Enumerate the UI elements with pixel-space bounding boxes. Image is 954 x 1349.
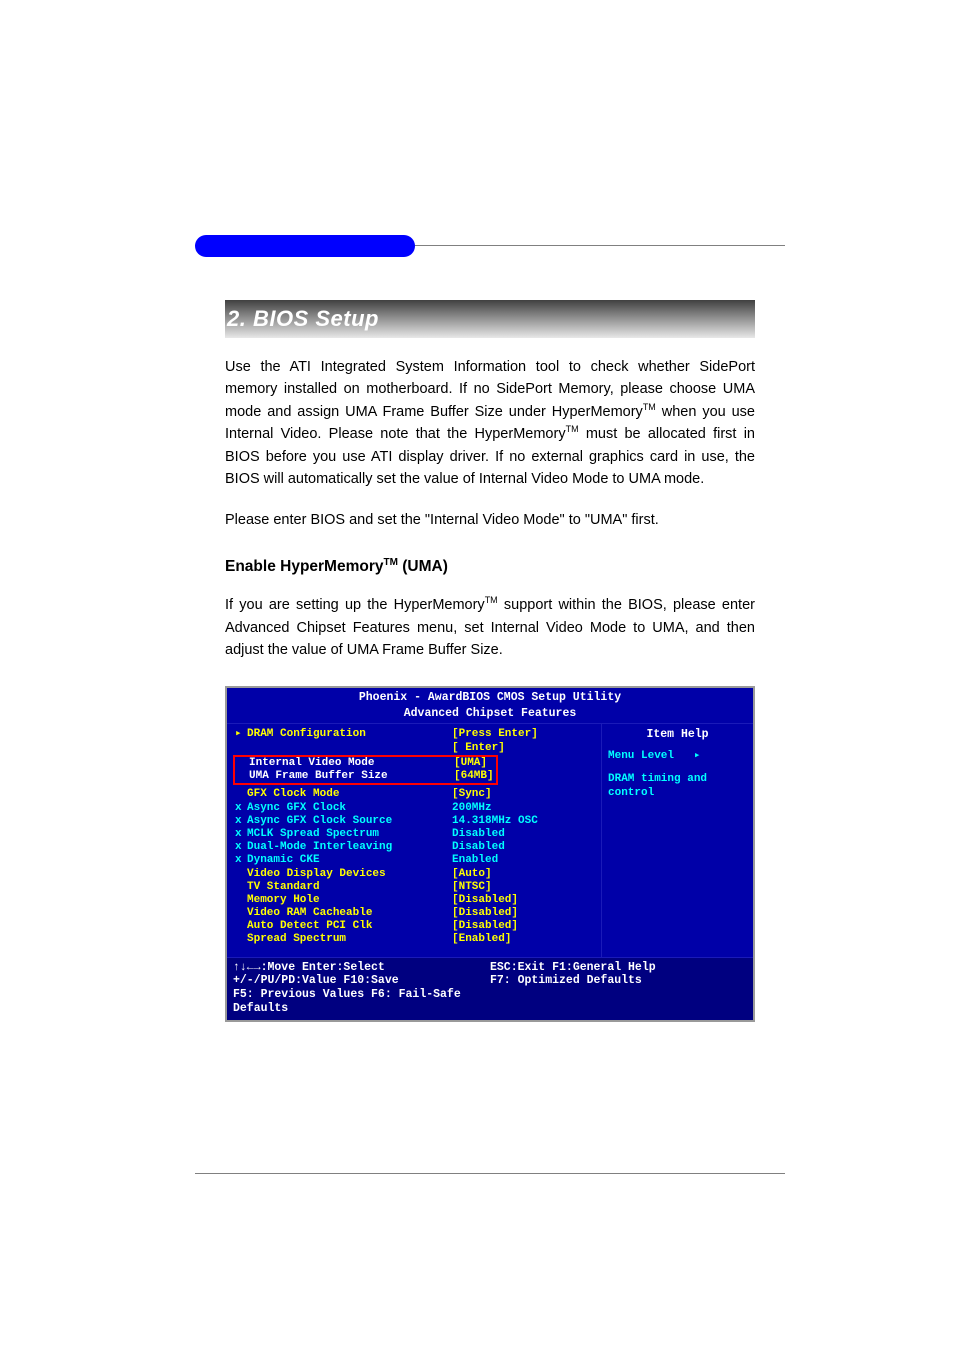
triangle-right-icon: ▸: [235, 728, 247, 741]
bios-footer: ↑↓←→:Move Enter:Select +/-/PU/PD:Value F…: [227, 957, 753, 1020]
bios-setting-value: [NTSC]: [452, 881, 492, 894]
bios-setting-label: Auto Detect PCI Clk: [247, 920, 452, 933]
bios-footer-right-2: F7: Optimized Defaults: [490, 974, 747, 988]
bios-setting-row: Memory Hole[Disabled]: [235, 894, 595, 907]
bios-setting-row: Auto Detect PCI Clk[Disabled]: [235, 920, 595, 933]
bios-help-menu-label: Menu Level: [608, 750, 674, 762]
bios-setting-row: UMA Frame Buffer Size[64MB]: [237, 770, 494, 783]
bios-setting-row: Video Display Devices[Auto]: [235, 868, 595, 881]
bios-title1: Phoenix - AwardBIOS CMOS Setup Utility: [227, 688, 753, 707]
bios-help-text: DRAM timing and control: [608, 773, 747, 799]
subheading: Enable HyperMemoryTM (UMA): [225, 557, 755, 576]
bios-row-marker: [235, 742, 247, 755]
bios-setting-row: xAsync GFX Clock Source14.318MHz OSC: [235, 815, 595, 828]
tm-mark: TM: [384, 557, 398, 568]
bios-setting-row: xMCLK Spread SpectrumDisabled: [235, 828, 595, 841]
bios-title2: Advanced Chipset Features: [227, 707, 753, 724]
bios-row-marker: x: [235, 841, 247, 854]
highlight-box: Internal Video Mode[UMA]UMA Frame Buffer…: [233, 755, 498, 785]
paragraph-3: If you are setting up the HyperMemoryTM …: [225, 594, 755, 661]
bios-setting-value: [Disabled]: [452, 907, 518, 920]
bios-setting-row: xDual-Mode InterleavingDisabled: [235, 841, 595, 854]
bios-setting-row: xDynamic CKEEnabled: [235, 854, 595, 867]
bios-row-marker: x: [235, 828, 247, 841]
bios-screenshot: Phoenix - AwardBIOS CMOS Setup Utility A…: [225, 686, 755, 1022]
bios-row-marker: [235, 788, 247, 801]
header-pill: [195, 235, 415, 257]
tm-mark: TM: [485, 596, 498, 606]
subhead-text-b: (UMA): [398, 558, 448, 575]
bios-setting-value: Enabled: [452, 854, 498, 867]
bios-help-panel: Item Help Menu Level ▸ DRAM timing and c…: [601, 724, 753, 956]
bios-footer-right-1: ESC:Exit F1:General Help: [490, 961, 747, 975]
header-bar: [195, 235, 785, 265]
triangle-right-icon: ▸: [694, 750, 701, 762]
section-title: 2. BIOS Setup: [225, 300, 755, 338]
bios-setting-row: TV Standard[NTSC]: [235, 881, 595, 894]
para2-text: Please enter BIOS and set the "Internal …: [225, 509, 755, 531]
para3-text-a: If you are setting up the HyperMemory: [225, 597, 485, 613]
bios-row-marker: x: [235, 815, 247, 828]
bios-setting-value: [Auto]: [452, 868, 492, 881]
bios-setting-label: Async GFX Clock: [247, 802, 452, 815]
bios-row-marker: [235, 881, 247, 894]
bios-setting-label: Memory Hole: [247, 894, 452, 907]
bios-row-marker: [235, 868, 247, 881]
bios-setting-label: Dynamic CKE: [247, 854, 452, 867]
bios-footer-left-1: ↑↓←→:Move Enter:Select +/-/PU/PD:Value F…: [233, 961, 490, 989]
bios-setting-value: Disabled: [452, 841, 505, 854]
bios-setting-value: 14.318MHz OSC: [452, 815, 538, 828]
bios-row-marker: [235, 907, 247, 920]
bios-setting-value: 200MHz: [452, 802, 492, 815]
bios-setting-label: Async GFX Clock Source: [247, 815, 452, 828]
bios-footer-left-2: F5: Previous Values F6: Fail-Safe Defaul…: [233, 988, 490, 1016]
paragraph-1: Use the ATI Integrated System Informatio…: [225, 356, 755, 491]
bios-setting-label: DRAM Configuration: [247, 728, 452, 741]
bios-row-marker: x: [235, 854, 247, 867]
bios-setting-label: [247, 742, 452, 755]
paragraph-2: Please enter BIOS and set the "Internal …: [225, 509, 755, 531]
bios-setting-label: TV Standard: [247, 881, 452, 894]
bios-setting-label: Video RAM Cacheable: [247, 907, 452, 920]
bios-setting-label: GFX Clock Mode: [247, 788, 452, 801]
tm-mark: TM: [566, 425, 579, 435]
bios-row-marker: x: [235, 802, 247, 815]
bios-help-title: Item Help: [608, 728, 747, 742]
bios-row-marker: [235, 933, 247, 946]
bios-setting-row: Spread Spectrum[Enabled]: [235, 933, 595, 946]
bios-setting-value: [UMA]: [454, 757, 487, 770]
bios-setting-value: [ Enter]: [452, 742, 505, 755]
bios-setting-label: Dual-Mode Interleaving: [247, 841, 452, 854]
bios-setting-value: [Enabled]: [452, 933, 511, 946]
bios-row-marker: [237, 770, 249, 783]
bios-setting-row: xAsync GFX Clock200MHz: [235, 802, 595, 815]
bios-setting-label: MCLK Spread Spectrum: [247, 828, 452, 841]
bios-setting-label: UMA Frame Buffer Size: [249, 770, 454, 783]
bios-setting-row: Internal Video Mode[UMA]: [237, 757, 494, 770]
bios-setting-label: Internal Video Mode: [249, 757, 454, 770]
bios-settings-panel: ▸DRAM Configuration[Press Enter][ Enter]…: [227, 724, 601, 956]
tm-mark: TM: [643, 402, 656, 412]
bios-row-marker: [237, 757, 249, 770]
bios-setting-value: [Disabled]: [452, 894, 518, 907]
bios-setting-value: [Sync]: [452, 788, 492, 801]
bios-setting-row: Video RAM Cacheable[Disabled]: [235, 907, 595, 920]
bios-setting-row: [ Enter]: [235, 742, 595, 755]
bios-setting-value: Disabled: [452, 828, 505, 841]
page-footer-rule: [195, 1173, 785, 1174]
bios-row-marker: [235, 894, 247, 907]
bios-setting-value: [Disabled]: [452, 920, 518, 933]
bios-setting-label: Video Display Devices: [247, 868, 452, 881]
bios-setting-value: [64MB]: [454, 770, 494, 783]
subhead-text-a: Enable HyperMemory: [225, 558, 384, 575]
bios-setting-label: Spread Spectrum: [247, 933, 452, 946]
bios-row-marker: [235, 920, 247, 933]
bios-setting-row: ▸DRAM Configuration[Press Enter]: [235, 728, 595, 741]
bios-setting-row: GFX Clock Mode[Sync]: [235, 788, 595, 801]
bios-setting-value: [Press Enter]: [452, 728, 538, 741]
